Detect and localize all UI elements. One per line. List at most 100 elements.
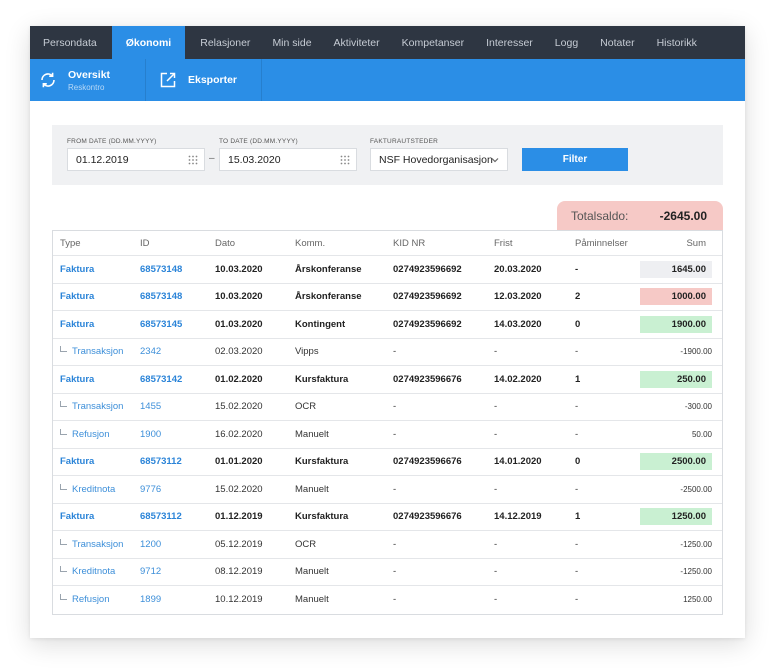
overview-title: Oversikt <box>68 68 111 81</box>
header-reminders[interactable]: Påminnelser <box>575 231 628 255</box>
row-type[interactable]: Refusjon <box>60 421 110 448</box>
row-komm: Kursfaktura <box>295 511 349 523</box>
calendar-grid-icon <box>188 155 198 165</box>
overview-button[interactable]: Oversikt Reskontro <box>30 59 146 101</box>
row-id-link[interactable]: 68573148 <box>140 256 182 283</box>
total-balance: Totalsaldo: -2645.00 <box>557 201 723 231</box>
row-type[interactable]: Refusjon <box>60 586 110 614</box>
from-date-label: FROM DATE (DD.MM.YYYY) <box>67 138 157 145</box>
row-komm: Kursfaktura <box>295 456 349 468</box>
row-id-link[interactable]: 68573148 <box>140 284 182 311</box>
header-sum[interactable]: Sum <box>686 231 706 255</box>
to-date-input[interactable]: 15.03.2020 <box>219 148 357 171</box>
row-id-link[interactable]: 9776 <box>140 476 161 503</box>
row-type[interactable]: Transaksjon <box>60 339 123 366</box>
row-sum: -1900.00 <box>680 347 712 357</box>
header-frist[interactable]: Frist <box>494 231 512 255</box>
issuer-label: FAKTURAUTSTEDER <box>370 138 439 145</box>
tree-connector-icon <box>60 428 67 435</box>
row-id-link[interactable]: 68573145 <box>140 311 182 338</box>
tab-kompetanser[interactable]: Kompetanser <box>391 26 475 59</box>
row-komm: OCR <box>295 401 317 413</box>
row-frist: 20.03.2020 <box>494 263 542 275</box>
row-frist: - <box>494 566 498 578</box>
row-reminders: - <box>575 594 579 606</box>
row-type[interactable]: Faktura <box>60 449 94 476</box>
table-row: Faktura 68573142 01.02.2020 Kursfaktura 0274… <box>53 366 722 394</box>
row-id-link[interactable]: 68573142 <box>140 366 182 393</box>
tab-min-side[interactable]: Min side <box>261 26 322 59</box>
header-kid[interactable]: KID NR <box>393 231 425 255</box>
row-id-link[interactable]: 1455 <box>140 394 161 421</box>
row-id-link[interactable]: 68573112 <box>140 449 182 476</box>
row-reminders: - <box>575 428 579 440</box>
row-kid: 0274923596692 <box>393 291 462 303</box>
row-reminders: 1 <box>575 511 581 523</box>
row-type[interactable]: Faktura <box>60 311 94 338</box>
row-komm: Årskonferanse <box>295 291 362 303</box>
tab-historikk[interactable]: Historikk <box>646 26 708 59</box>
row-type-label: Kreditnota <box>72 566 116 578</box>
table-row: Faktura 68573148 10.03.2020 Årskonferanse 02… <box>53 284 722 311</box>
tab-logg[interactable]: Logg <box>544 26 589 59</box>
sum-badge: 1900.00 <box>640 315 712 333</box>
row-type[interactable]: Kreditnota <box>60 476 115 503</box>
table-row: Transaksjon 1455 15.02.2020 OCR - - - -300.00 <box>53 394 722 421</box>
row-kid: - <box>393 594 397 606</box>
row-id-link[interactable]: 1200 <box>140 531 161 558</box>
row-komm: Årskonferanse <box>295 263 362 275</box>
tab-økonomi[interactable]: Økonomi <box>111 26 186 59</box>
row-type[interactable]: Faktura <box>60 256 94 283</box>
export-button[interactable]: Eksporter <box>146 59 262 101</box>
tab-aktiviteter[interactable]: Aktiviteter <box>323 26 391 59</box>
row-type[interactable]: Faktura <box>60 504 94 531</box>
total-balance-value: -2645.00 <box>659 209 707 223</box>
table-row: Faktura 68573112 01.12.2019 Kursfaktura 0274… <box>53 504 722 531</box>
filter-button[interactable]: Filter <box>522 148 628 171</box>
date-range-separator: – <box>209 153 215 164</box>
row-date: 01.12.2019 <box>215 511 263 523</box>
row-date: 05.12.2019 <box>215 538 263 550</box>
app-window: Persondata Økonomi Relasjoner Min side Aktiv… <box>30 26 745 638</box>
row-id-link[interactable]: 2342 <box>140 339 161 366</box>
tab-notater[interactable]: Notater <box>589 26 645 59</box>
tab-relasjoner[interactable]: Relasjoner <box>189 26 261 59</box>
row-type[interactable]: Kreditnota <box>60 559 115 586</box>
to-date-label: TO DATE (DD.MM.YYYY) <box>219 138 298 145</box>
sum-badge: 2500.00 <box>640 453 712 471</box>
header-type[interactable]: Type <box>60 231 81 255</box>
row-frist: 12.03.2020 <box>494 291 542 303</box>
row-komm: OCR <box>295 538 317 550</box>
table-row: Refusjon 1900 16.02.2020 Manuelt - - - 50.00 <box>53 421 722 449</box>
tab-persondata[interactable]: Persondata <box>32 26 108 59</box>
issuer-select[interactable]: NSF Hovedorganisasjon <box>370 148 508 171</box>
header-date[interactable]: Dato <box>215 231 235 255</box>
row-frist: - <box>494 483 498 495</box>
header-id[interactable]: ID <box>140 231 150 255</box>
from-date-value: 01.12.2019 <box>76 153 129 166</box>
from-date-input[interactable]: 01.12.2019 <box>67 148 205 171</box>
row-id-link[interactable]: 68573112 <box>140 504 182 531</box>
row-type[interactable]: Transaksjon <box>60 394 123 421</box>
row-type[interactable]: Faktura <box>60 366 94 393</box>
row-type[interactable]: Transaksjon <box>60 531 123 558</box>
row-komm: Manuelt <box>295 594 329 606</box>
row-frist: 14.01.2020 <box>494 456 542 468</box>
tab-interesser[interactable]: Interesser <box>475 26 544 59</box>
row-sum: 1250.00 <box>683 595 712 605</box>
row-id-link[interactable]: 1900 <box>140 421 161 448</box>
row-type-label: Transaksjon <box>72 401 124 413</box>
row-id-link[interactable]: 1899 <box>140 586 161 614</box>
row-type[interactable]: Faktura <box>60 284 94 311</box>
row-id-link[interactable]: 9712 <box>140 559 161 586</box>
external-link-icon <box>158 70 178 90</box>
tree-connector-icon <box>60 594 67 601</box>
row-sum: -2500.00 <box>680 484 712 494</box>
row-frist: 14.12.2019 <box>494 511 542 523</box>
row-sum: 1900.00 <box>640 311 712 338</box>
row-kid: - <box>393 483 397 495</box>
header-komm[interactable]: Komm. <box>295 231 325 255</box>
row-komm: Manuelt <box>295 428 329 440</box>
row-sum: -1250.00 <box>680 539 712 549</box>
table-row: Transaksjon 2342 02.03.2020 Vipps - - - -1900.0… <box>53 339 722 366</box>
